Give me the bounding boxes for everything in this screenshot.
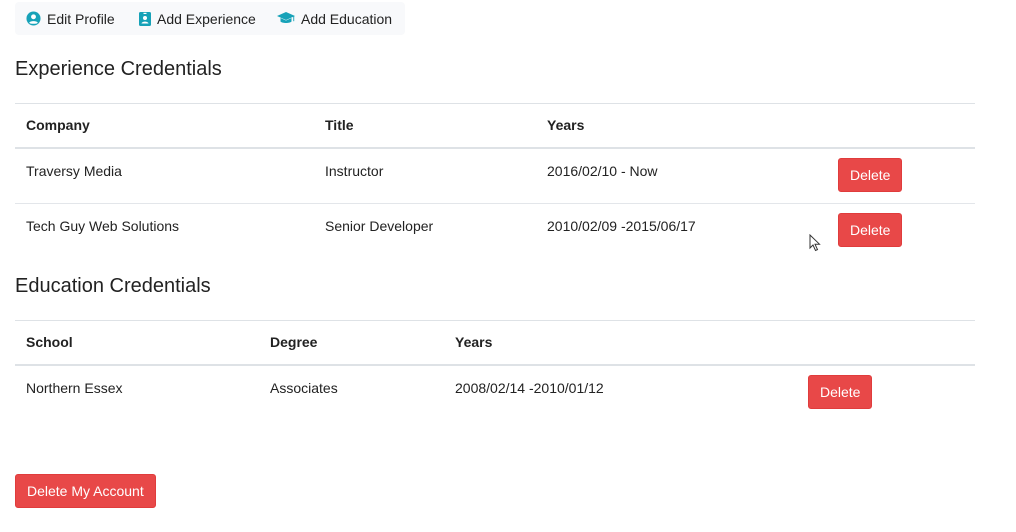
column-header-title: Title (314, 103, 536, 149)
edit-profile-label: Edit Profile (47, 10, 115, 27)
delete-education-button[interactable]: Delete (808, 374, 873, 409)
experience-table: Company Title Years Traversy Media Instr… (15, 103, 975, 260)
years-cell: 2016/02/10 - Now (547, 162, 658, 179)
delete-account-button[interactable]: Delete My Account (15, 474, 156, 508)
action-cell: Delete (797, 365, 975, 421)
action-cell: Delete (827, 148, 975, 204)
education-heading: Education Credentials (15, 275, 211, 297)
company-cell: Tech Guy Web Solutions (15, 203, 314, 260)
graduation-cap-icon (277, 12, 295, 23)
column-header-actions (827, 103, 975, 149)
mouse-cursor-icon (809, 234, 821, 252)
table-row: Tech Guy Web Solutions Senior Developer … (15, 203, 975, 260)
id-badge-icon (139, 11, 151, 26)
column-header-company: Company (15, 103, 314, 149)
years-cell: 2010/02/09 -2015/06/17 (536, 203, 827, 260)
user-circle-icon (26, 11, 41, 26)
column-header-years: Years (536, 103, 827, 149)
dashboard-page: Edit Profile Add Experience Add Educatio… (0, 0, 1016, 532)
delete-experience-button[interactable]: Delete (838, 157, 903, 192)
edit-profile-button[interactable]: Edit Profile (26, 2, 115, 35)
column-header-degree: Degree (259, 320, 444, 366)
column-header-actions (797, 320, 975, 366)
school-cell: Northern Essex (26, 379, 123, 396)
add-education-button[interactable]: Add Education (277, 2, 392, 35)
company-cell: Traversy Media (26, 162, 122, 179)
experience-heading: Experience Credentials (15, 58, 222, 80)
delete-experience-button[interactable]: Delete (838, 213, 903, 247)
add-education-label: Add Education (301, 10, 393, 27)
years-cell: 2008/02/14 -2010/01/12 (455, 379, 604, 396)
table-row: Traversy Media Instructor 2016/02/10 - N… (15, 148, 975, 204)
add-experience-label: Add Experience (157, 10, 256, 27)
column-header-years: Years (444, 320, 797, 366)
title-cell: Senior Developer (314, 203, 536, 260)
add-experience-button[interactable]: Add Experience (139, 2, 256, 35)
action-cell: Delete (827, 203, 975, 260)
dashboard-actions: Edit Profile Add Experience Add Educatio… (15, 2, 405, 35)
table-row: Northern Essex Associates 2008/02/14 -20… (15, 365, 975, 421)
title-cell: Instructor (325, 162, 384, 179)
table-header-row: Company Title Years (15, 103, 975, 149)
degree-cell: Associates (270, 379, 338, 396)
education-table: School Degree Years Northern Essex Assoc… (15, 320, 975, 421)
table-header-row: School Degree Years (15, 320, 975, 366)
column-header-school: School (15, 320, 259, 366)
